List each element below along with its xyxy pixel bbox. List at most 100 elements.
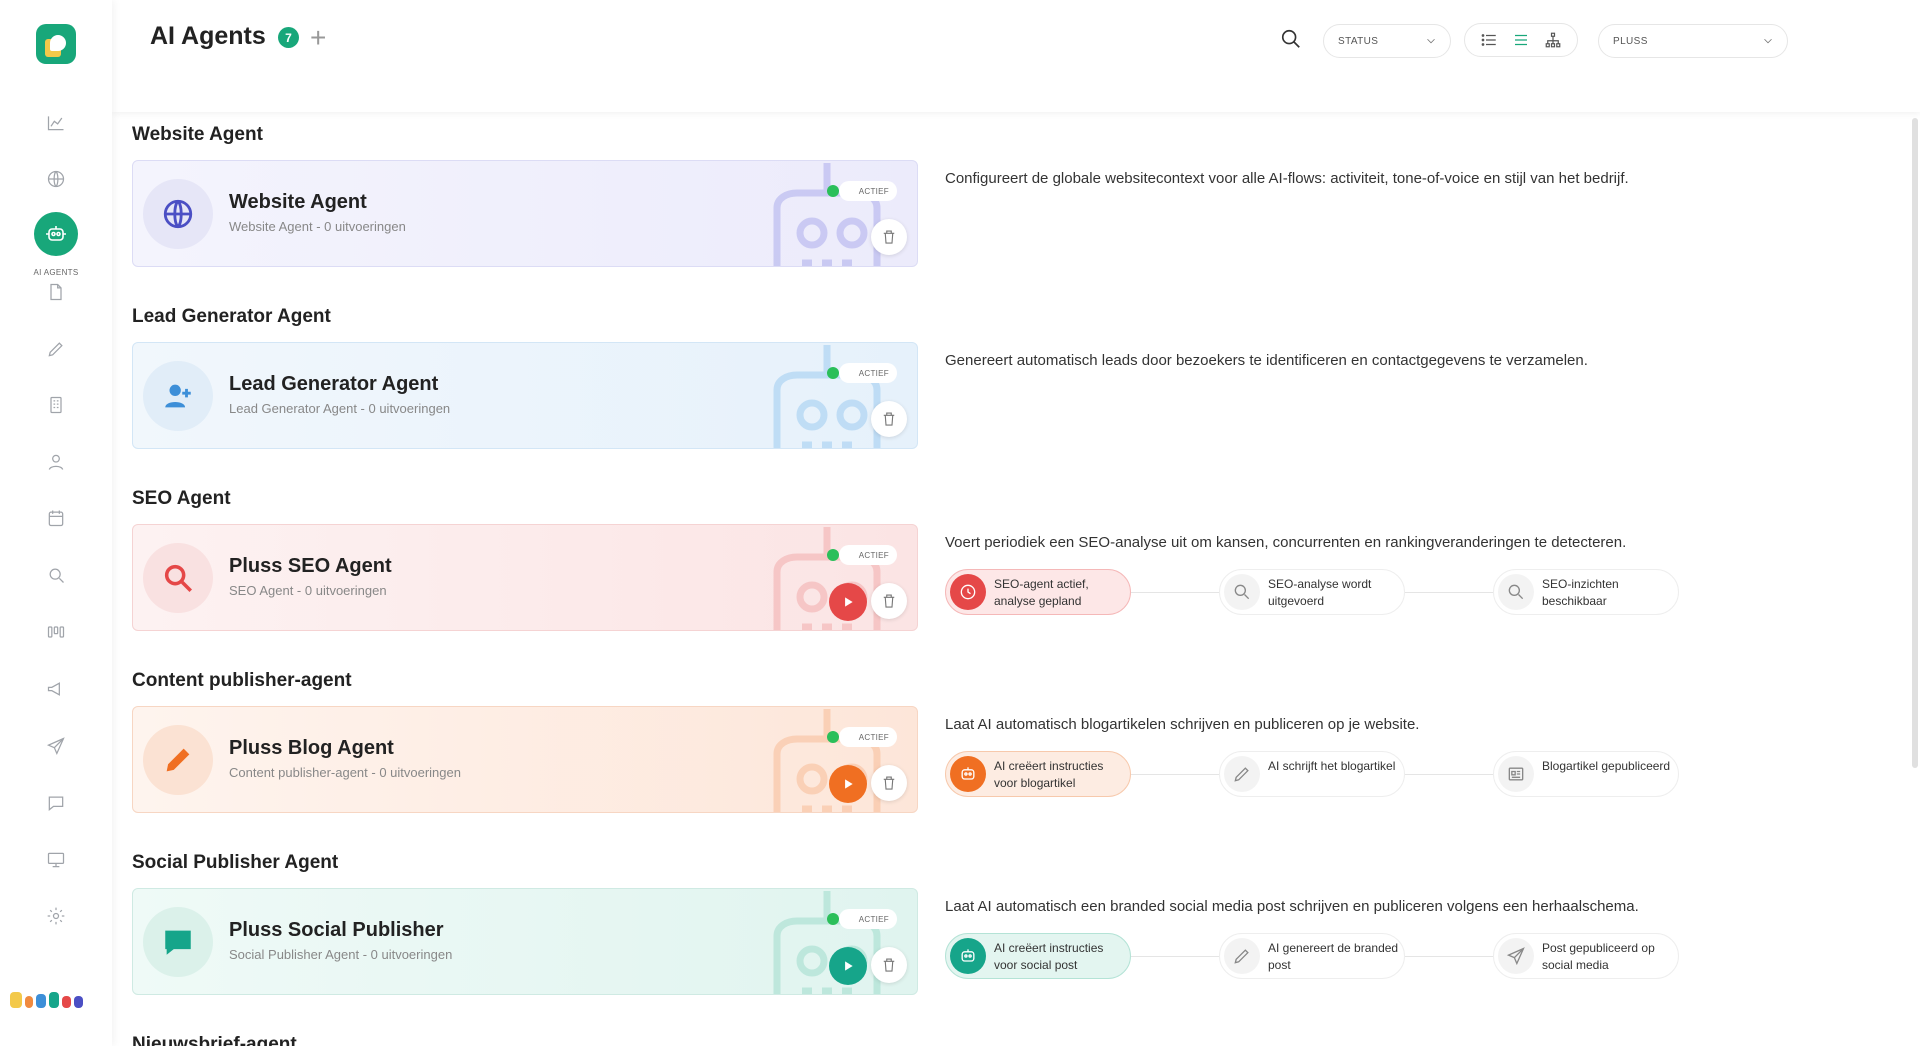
megaphone-icon[interactable] [36,669,76,709]
section-title: SEO Agent [132,488,231,509]
settings-icon[interactable] [36,896,76,936]
agent-card[interactable]: Lead Generator Agent Lead Generator Agen… [132,342,918,449]
run-button[interactable] [829,765,867,803]
chat-icon[interactable] [36,783,76,823]
step-label: AI schrijft het blogartikel [1268,759,1396,773]
workflow-step[interactable]: AI genereert de branded post [1219,933,1405,979]
agent-name: Website Agent [229,191,367,213]
step-label: SEO-analyse wordt uitgevoerd [1268,577,1372,608]
trash-icon [883,958,895,972]
section-title: Content publisher-agent [132,670,352,691]
workflow-step[interactable]: AI schrijft het blogartikel [1219,751,1405,797]
scrollbar[interactable] [1912,118,1918,768]
agent-name: Pluss SEO Agent [229,555,392,577]
agent-card[interactable]: Pluss Social Publisher Social Publisher … [132,888,918,995]
document-icon[interactable] [36,272,76,312]
delete-button[interactable] [871,947,907,983]
section-lead-generator: Lead Generator Agent Lead Generator Agen… [132,306,1902,456]
workflow-step[interactable]: AI creëert instructies voor social post [945,933,1131,979]
pipeline-icon[interactable] [36,612,76,652]
run-button[interactable] [829,583,867,621]
delete-button[interactable] [871,765,907,801]
add-user-icon [143,361,213,431]
agents-list: Website Agent Website Agent Website Agen… [112,112,1920,1046]
agent-name: Pluss Blog Agent [229,737,394,759]
user-icon[interactable] [36,442,76,482]
step-label: AI creëert instructies voor blogartikel [994,759,1104,790]
robot-illustration-icon [757,891,887,994]
step-label: Post gepubliceerd op social media [1542,941,1655,972]
step-label: AI creëert instructies voor social post [994,941,1104,972]
trash-icon [883,594,895,608]
agent-count-badge: 7 [278,27,299,48]
section-newsletter-agent: Nieuwsbrief-agent [132,1034,1902,1046]
workflow-step[interactable]: SEO-analyse wordt uitgevoerd [1219,569,1405,615]
delete-button[interactable] [871,401,907,437]
tree-view-icon[interactable] [1544,31,1562,49]
agent-card[interactable]: Website Agent Website Agent - 0 uitvoeri… [132,160,918,267]
agent-description: Genereert automatisch leads door bezoeke… [945,352,1588,369]
delete-button[interactable] [871,219,907,255]
section-seo-agent: SEO Agent Pluss SEO Agent SEO Agent - 0 … [132,488,1902,658]
app-root: AI AGENTS AI Agents 7 + STATUS PLUSS Web… [0,0,1920,1046]
globe-icon[interactable] [36,159,76,199]
search-nav-icon[interactable] [36,555,76,595]
agent-name: Lead Generator Agent [229,373,439,395]
search-icon [1498,574,1534,610]
agent-subtitle: Website Agent - 0 uitvoeringen [229,219,406,234]
view-toggle [1464,23,1578,57]
step-label: SEO-agent actief, analyse gepland [994,577,1089,608]
building-icon[interactable] [36,385,76,425]
search-icon[interactable] [1280,28,1304,52]
list-view-icon[interactable] [1480,31,1498,49]
globe-icon [143,179,213,249]
sidebar: AI AGENTS [0,0,112,1046]
section-website-agent: Website Agent Website Agent Website Agen… [132,124,1902,274]
newspaper-icon [1498,756,1534,792]
agent-card[interactable]: Pluss Blog Agent Content publisher-agent… [132,706,918,813]
workflow-step[interactable]: SEO-agent actief, analyse gepland [945,569,1131,615]
step-connector [1131,592,1219,593]
workflow-step[interactable]: AI creëert instructies voor blogartikel [945,751,1131,797]
trash-icon [883,776,895,790]
pencil-icon [143,725,213,795]
step-label: AI genereert de branded post [1268,941,1399,972]
workflow-step[interactable]: SEO-inzichten beschikbaar [1493,569,1679,615]
send-icon [1498,938,1534,974]
clock-icon [950,574,986,610]
add-agent-button[interactable]: + [310,24,326,52]
presentation-icon[interactable] [36,840,76,880]
section-title: Website Agent [132,124,263,145]
status-badge-label: ACTIEF [858,732,889,742]
delete-button[interactable] [871,583,907,619]
compact-view-icon[interactable] [1512,31,1530,49]
calendar-icon[interactable] [36,498,76,538]
step-connector [1405,956,1493,957]
workflow-step[interactable]: Blogartikel gepubliceerd [1493,751,1679,797]
analytics-icon[interactable] [36,103,76,143]
workspace-select[interactable]: PLUSS [1598,24,1788,58]
run-button[interactable] [829,947,867,985]
robot-icon [950,756,986,792]
workflow-step[interactable]: Post gepubliceerd op social media [1493,933,1679,979]
agent-description: Voert periodiek een SEO-analyse uit om k… [945,534,1627,551]
search-icon [1224,574,1260,610]
step-connector [1405,592,1493,593]
play-icon [845,779,853,789]
chevron-down-icon [1424,34,1438,48]
status-filter-label: STATUS [1338,35,1379,47]
status-badge: ACTIEF [826,909,897,929]
page-title: AI Agents [150,22,266,50]
brand-logo [10,992,83,1008]
ai-agents-nav-icon[interactable] [34,212,78,256]
agent-description: Laat AI automatisch een branded social m… [945,898,1639,915]
pencil-icon[interactable] [36,329,76,369]
status-filter[interactable]: STATUS [1323,24,1451,58]
status-badge-label: ACTIEF [858,914,889,924]
section-title: Nieuwsbrief-agent [132,1034,297,1046]
agent-card[interactable]: Pluss SEO Agent SEO Agent - 0 uitvoering… [132,524,918,631]
status-badge-label: ACTIEF [858,186,889,196]
app-logo[interactable] [36,24,76,64]
send-icon[interactable] [36,726,76,766]
search-icon [143,543,213,613]
